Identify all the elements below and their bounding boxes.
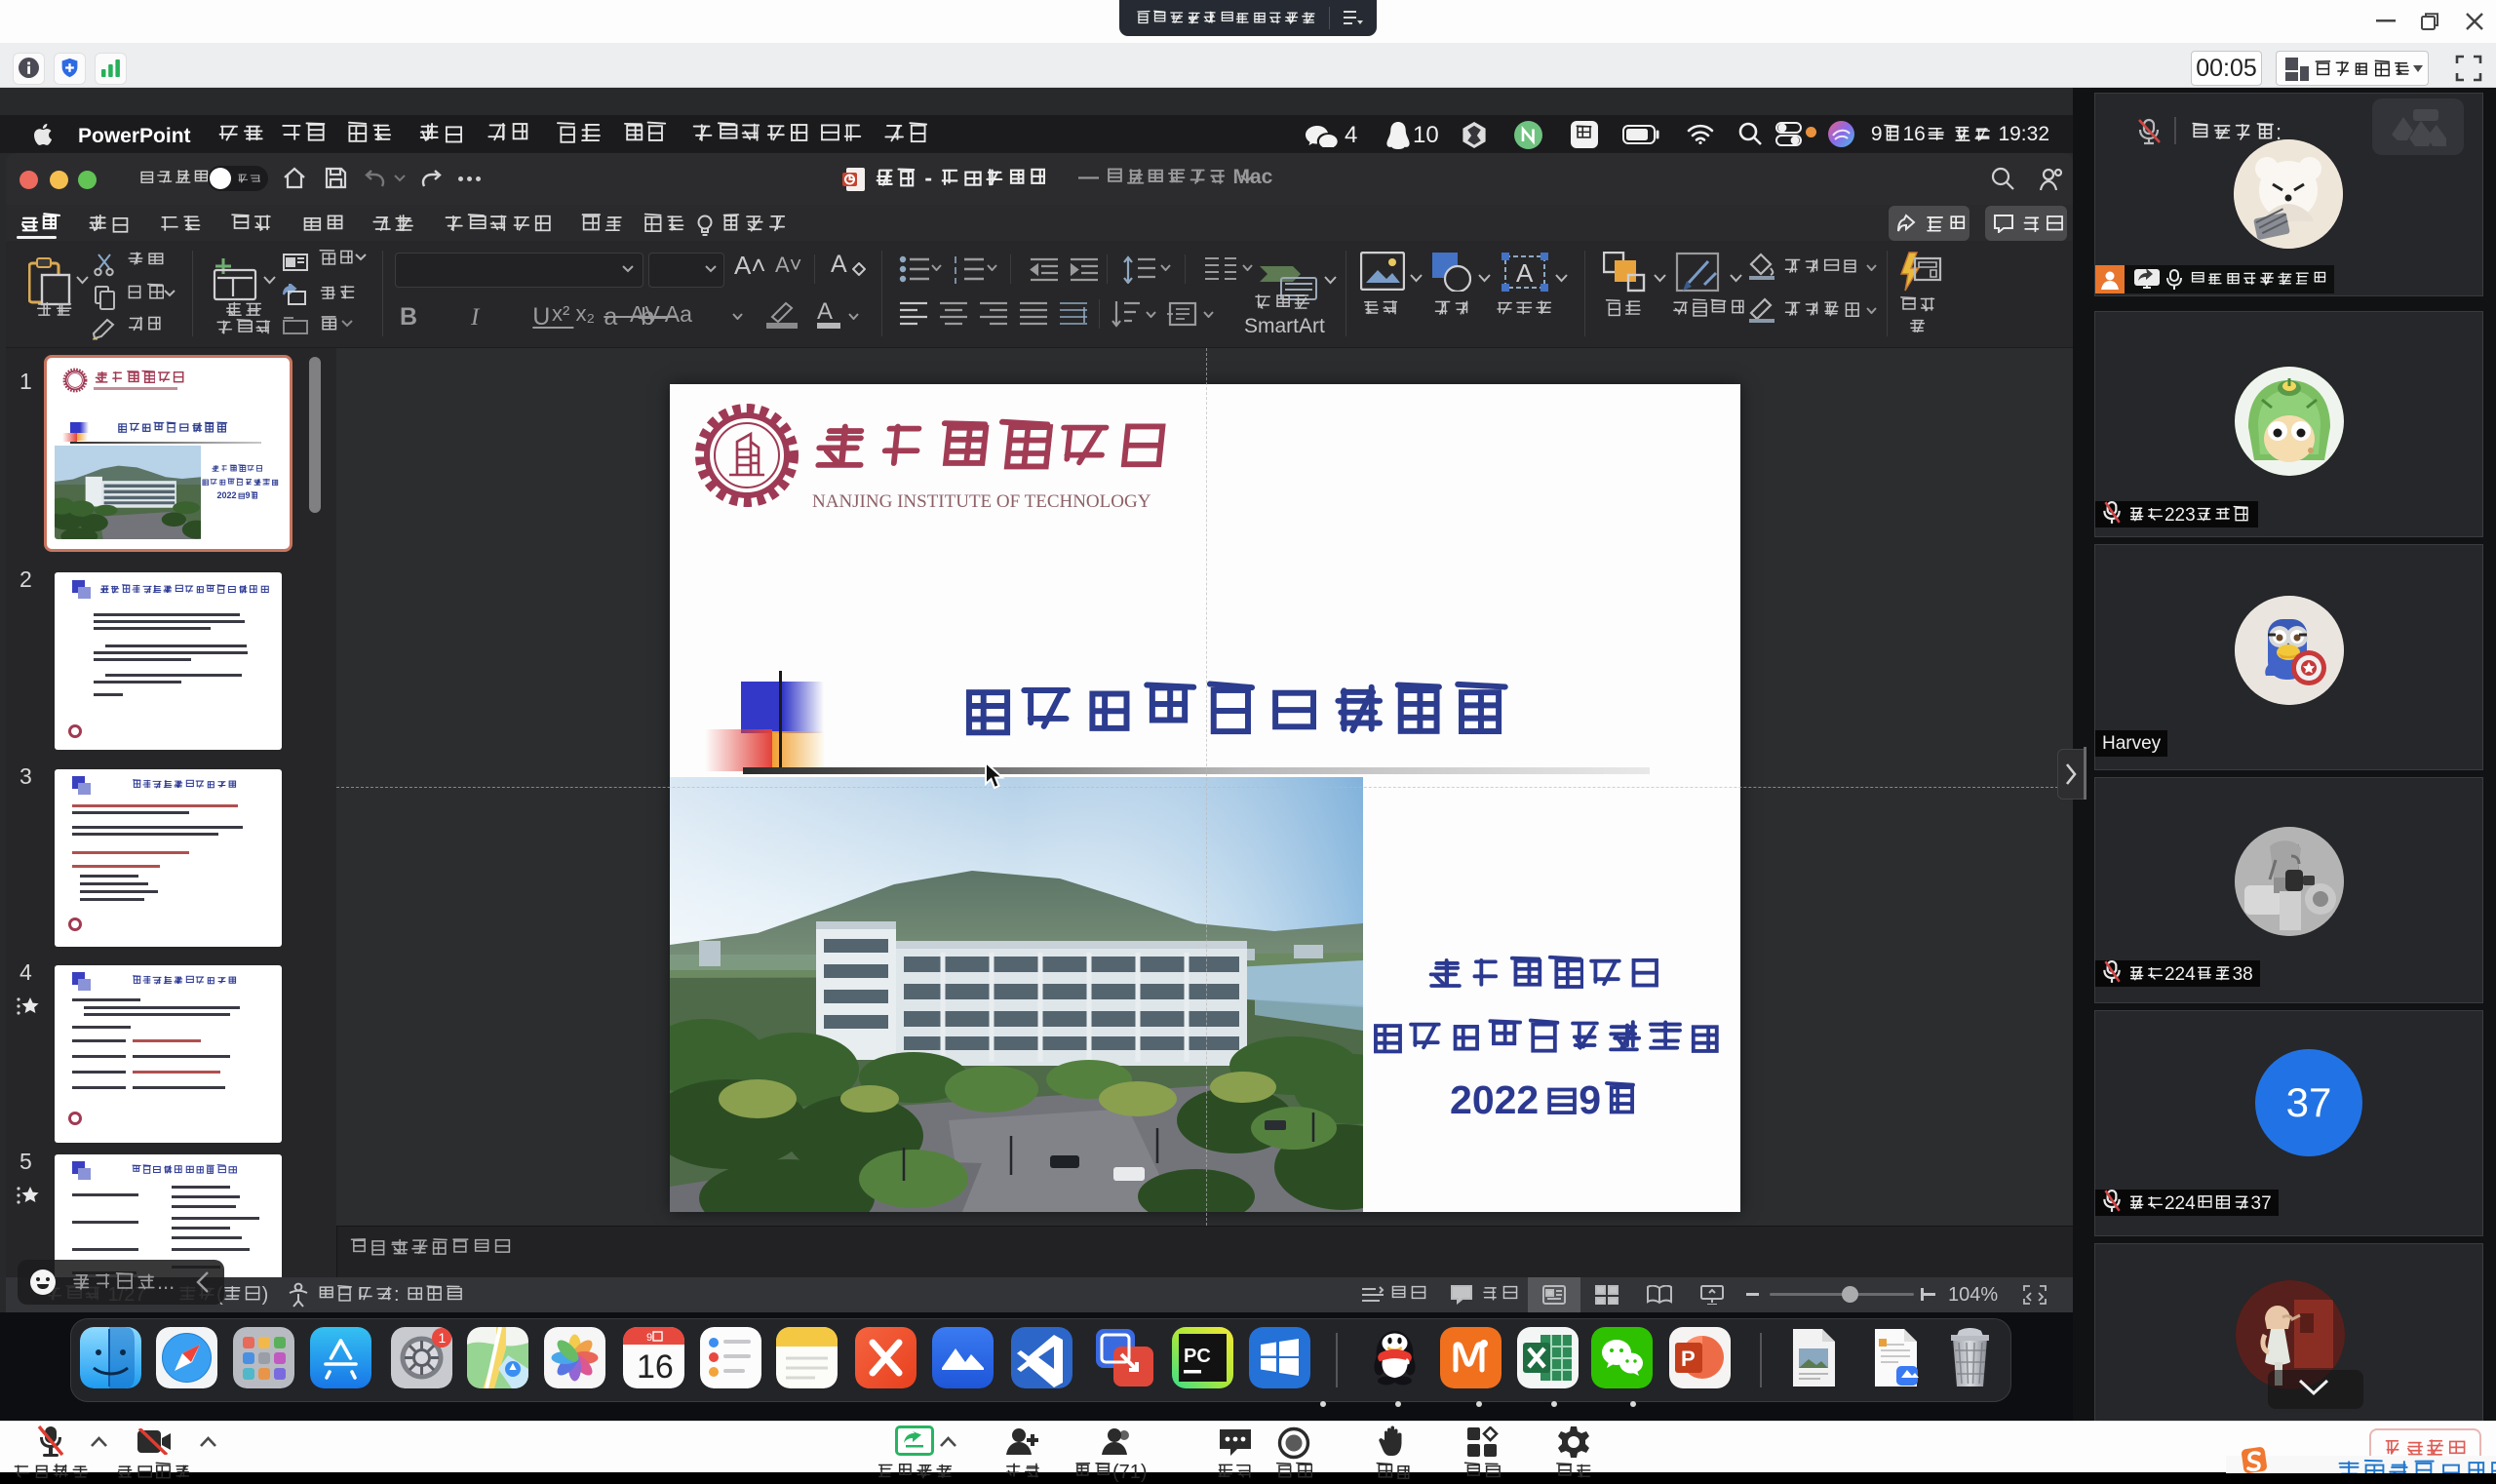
- svg-text:1: 1: [439, 1330, 447, 1346]
- svg-text:P: P: [1681, 1347, 1696, 1371]
- svg-text:9: 9: [646, 1332, 652, 1344]
- svg-text:A: A: [817, 299, 833, 325]
- svg-text:16: 16: [637, 1348, 674, 1386]
- svg-text:A: A: [1516, 258, 1534, 288]
- svg-text:PC: PC: [1184, 1346, 1211, 1367]
